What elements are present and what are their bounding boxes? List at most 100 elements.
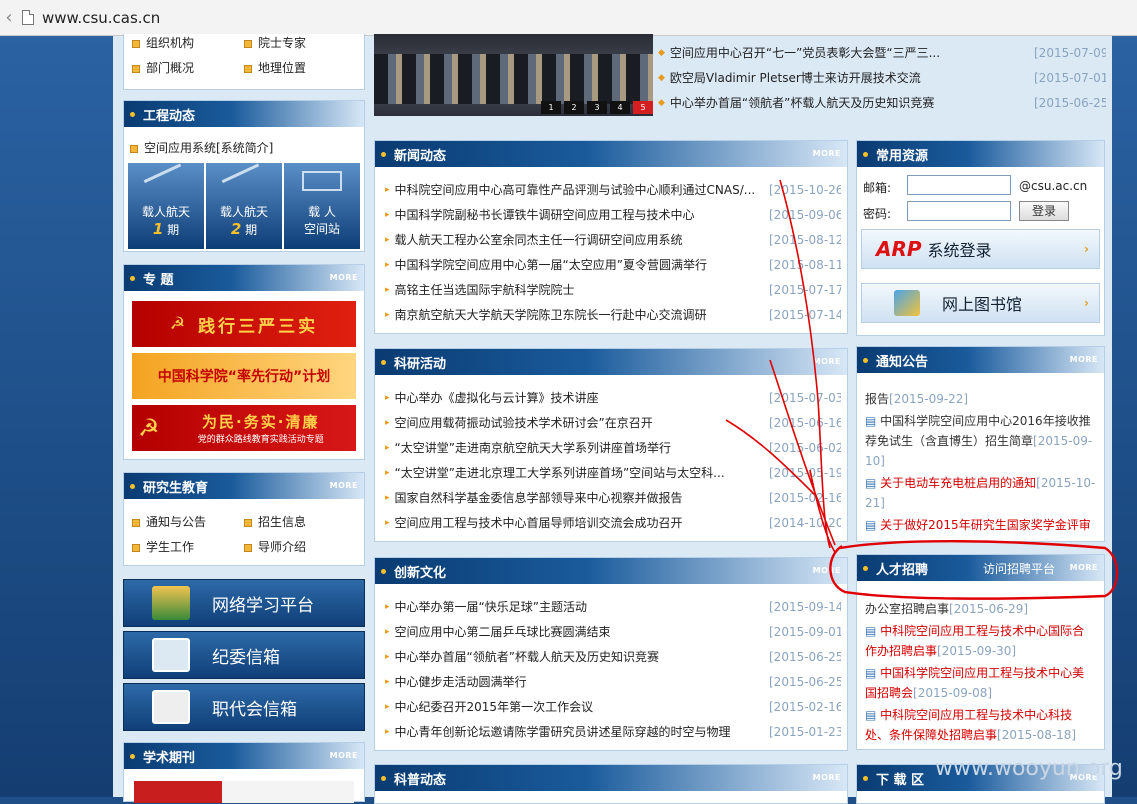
- list-item[interactable]: ▸ 中心举办首届“领航者”杯载人航天及历史知识竞赛 [2015-06-25]: [385, 644, 841, 669]
- list-item[interactable]: ▸ 南京航空航天大学航天学院陈卫东院长一行赴中心交流调研 [2015-07-14]: [385, 302, 841, 327]
- password-field[interactable]: [907, 201, 1011, 221]
- list-item[interactable]: ▸ 中心举办《虚拟化与云计算》技术讲座 [2015-07-03]: [385, 385, 841, 410]
- page-icon: [22, 10, 34, 25]
- list-item[interactable]: ▤ 关于做好2015年研究生国家奖学金评审: [865, 515, 1096, 535]
- address-bar[interactable]: www.csu.cas.cn: [22, 4, 160, 32]
- staff-mailbox-button[interactable]: 职代会信箱: [123, 683, 365, 731]
- list-item[interactable]: ▤ 中国科学院空间应用工程与技术中心美国招聘会[2015-09-08]: [865, 663, 1096, 703]
- journal-cover[interactable]: [134, 781, 354, 803]
- banner-mass-line[interactable]: ☭ 为民·务实·清廉 党的群众路线教育实践活动专题: [132, 405, 356, 451]
- list-item[interactable]: ▸ 中国科学院空间应用中心第一届“太空应用”夏令营圆满举行 [2015-08-11]: [385, 252, 841, 277]
- special-header: 专 题 MORE: [124, 265, 364, 291]
- link-grad-notice[interactable]: 通知与公告: [132, 513, 206, 530]
- list-item[interactable]: ▤ 关于电动车充电桩启用的通知[2015-10-21]: [865, 473, 1096, 513]
- login-button[interactable]: 登录: [1019, 201, 1069, 221]
- list-item[interactable]: ▸ 高铭主任当选国际宇航科学院院士 [2015-07-17]: [385, 277, 841, 302]
- more-link[interactable]: MORE: [813, 566, 841, 575]
- link-academicians[interactable]: 院士专家: [244, 34, 306, 51]
- chevron-right-icon: ›: [1084, 242, 1089, 256]
- more-link[interactable]: MORE: [813, 149, 841, 158]
- more-link[interactable]: MORE: [330, 481, 358, 490]
- recruit-platform-link[interactable]: 访问招聘平台: [983, 560, 1055, 577]
- list-item[interactable]: ▸ 中心纪委召开2015年第一次工作会议 [2015-02-16]: [385, 694, 841, 719]
- list-item[interactable]: ▤ 中科院空间应用工程与技术中心科技处、条件保障处招聘启事[2015-08-18…: [865, 705, 1096, 745]
- tile-manned-2[interactable]: 载人航天 2 期: [206, 163, 282, 249]
- email-suffix: @csu.ac.cn: [1019, 179, 1088, 193]
- list-item[interactable]: ◆ 空间应用中心召开“七一”党员表彰大会暨“三严三... [2015-07-09]: [658, 40, 1106, 65]
- more-link[interactable]: MORE: [330, 273, 358, 282]
- list-item[interactable]: ◆ 中心举办首届“领航者”杯载人航天及历史知识竞赛 [2015-06-25]: [658, 90, 1106, 115]
- slide-page-5[interactable]: 5: [633, 101, 653, 114]
- link-location[interactable]: 地理位置: [244, 59, 306, 76]
- password-label: 密码:: [863, 207, 892, 221]
- list-item[interactable]: ◆ 欧空局Vladimir Pletser博士来访开展技术交流 [2015-07-0…: [658, 65, 1106, 90]
- spacecraft-icon: [143, 163, 189, 199]
- research-header: 科研活动 MORE: [375, 349, 847, 375]
- list-item[interactable]: ▸ 中心健步走活动圆满举行 [2015-06-25]: [385, 669, 841, 694]
- banner-three-strict[interactable]: ☭ 践行三严三实: [132, 301, 356, 347]
- arp-logo: ARP: [876, 237, 922, 261]
- chevron-right-icon: ›: [1084, 296, 1089, 310]
- engineering-panel: 工程动态 空间应用系统[系统简介] 载人航天 1 期 载人航天 2 期 载 人 …: [123, 100, 365, 252]
- online-library-button[interactable]: 网上图书馆 ›: [861, 283, 1100, 323]
- list-item[interactable]: ▤ 中科院空间应用工程与技术中心国际合作办招聘启事[2015-09-30]: [865, 621, 1096, 661]
- tile-space-station[interactable]: 载 人 空间站: [284, 163, 360, 249]
- research-section: 科研活动 MORE ▸ 中心举办《虚拟化与云计算》技术讲座 [2015-07-03] …: [374, 348, 848, 542]
- more-link[interactable]: MORE: [1070, 355, 1098, 364]
- list-item[interactable]: ▸ 空间应用载荷振动试验技术学术研讨会”在京召开 [2015-06-16]: [385, 410, 841, 435]
- culture-section: 创新文化 MORE ▸ 中心举办第一届“快乐足球”主题活动 [2015-09-14] …: [374, 557, 848, 751]
- link-admission[interactable]: 招生信息: [244, 513, 306, 530]
- more-link[interactable]: MORE: [1070, 563, 1098, 572]
- link-org[interactable]: 组织机构: [132, 34, 194, 51]
- space-station-icon: [302, 171, 342, 191]
- list-item[interactable]: ▸ 中国科学院副秘书长谭铁牛调研空间应用工程与技术中心 [2015-09-06]: [385, 202, 841, 227]
- slide-page-1[interactable]: 1: [541, 101, 561, 114]
- more-link[interactable]: MORE: [813, 357, 841, 366]
- slide-page-4[interactable]: 4: [610, 101, 630, 114]
- envelope-icon: [152, 690, 190, 724]
- email-field[interactable]: [907, 175, 1011, 195]
- news-section: 新闻动态 MORE ▸ 中科院空间应用中心高可靠性产品评测与试验中心顺利通过CNAS…: [374, 140, 848, 334]
- top-news-list: ◆ 空间应用中心召开“七一”党员表彰大会暨“三严三... [2015-07-09] …: [658, 40, 1106, 115]
- link-student-work[interactable]: 学生工作: [132, 538, 194, 555]
- page-body: 组织机构 院士专家 部门概况 地理位置 工程动态 空间应用系统[系统简介] 载人…: [113, 34, 1112, 804]
- watermark: www.wooyun.org: [935, 756, 1123, 781]
- list-item[interactable]: 报告[2015-09-22]: [865, 389, 1096, 409]
- envelope-icon: [152, 638, 190, 672]
- system-intro-link[interactable]: 空间应用系统[系统简介]: [130, 139, 273, 156]
- slide-page-3[interactable]: 3: [587, 101, 607, 114]
- photo-slider[interactable]: 1 2 3 4 5: [374, 34, 653, 116]
- banner-first-action[interactable]: 中国科学院“率先行动”计划: [132, 353, 356, 399]
- list-item[interactable]: ▸ “太空讲堂”走进南京航空航天大学系列讲座首场举行 [2015-06-02]: [385, 435, 841, 460]
- document-icon: ▤: [865, 476, 881, 490]
- talent-panel: 人才招聘 访问招聘平台 MORE 办公室招聘启事[2015-06-29] ▤ 中…: [856, 554, 1105, 750]
- more-link[interactable]: MORE: [330, 751, 358, 760]
- list-item[interactable]: ▸ 中心举办第一届“快乐足球”主题活动 [2015-09-14]: [385, 594, 841, 619]
- list-item[interactable]: ▸ “太空讲堂”走进北京理工大学系列讲座首场”空间站与太空科... [2015-05…: [385, 460, 841, 485]
- link-departments[interactable]: 部门概况: [132, 59, 194, 76]
- document-icon: ▤: [865, 414, 881, 428]
- document-icon: ▤: [865, 518, 881, 532]
- email-label: 邮箱:: [863, 181, 892, 195]
- document-icon: ▤: [865, 666, 881, 680]
- list-item[interactable]: ▸ 国家自然科学基金委信息学部领导来中心视察并做报告 [2015-02-16]: [385, 485, 841, 510]
- e-learning-button[interactable]: 网络学习平台: [123, 579, 365, 627]
- list-item[interactable]: ▸ 载人航天工程办公室余同杰主任一行调研空间应用系统 [2015-08-12]: [385, 227, 841, 252]
- engineering-header: 工程动态: [124, 101, 364, 127]
- list-item[interactable]: ▸ 空间应用中心第二届乒乓球比赛圆满结束 [2015-09-01]: [385, 619, 841, 644]
- list-item[interactable]: 办公室招聘启事[2015-06-29]: [865, 599, 1096, 619]
- journal-header: 学术期刊 MORE: [124, 743, 364, 769]
- discipline-mailbox-button[interactable]: 纪委信箱: [123, 631, 365, 679]
- journal-panel: 学术期刊 MORE: [123, 742, 365, 803]
- url-text[interactable]: www.csu.cas.cn: [42, 9, 160, 27]
- arp-login-button[interactable]: ARP 系统登录 ›: [861, 229, 1100, 269]
- link-advisors[interactable]: 导师介绍: [244, 538, 306, 555]
- list-item[interactable]: ▤ 中国科学院空间应用中心2016年接收推荐免试生（含直博生）招生简章[2015…: [865, 411, 1096, 471]
- list-item[interactable]: ▸ 空间应用工程与技术中心首届导师培训交流会成功召开 [2014-10-20]: [385, 510, 841, 535]
- reload-icon[interactable]: ‹: [0, 0, 18, 36]
- slide-page-2[interactable]: 2: [564, 101, 584, 114]
- tile-manned-1[interactable]: 载人航天 1 期: [128, 163, 204, 249]
- list-item[interactable]: ▸ 中科院空间应用中心高可靠性产品评测与试验中心顺利通过CNAS/... [2015…: [385, 177, 841, 202]
- list-item[interactable]: ▸ 中心青年创新论坛邀请陈学雷研究员讲述星际穿越的时空与物理 [2015-01-23…: [385, 719, 841, 744]
- more-link[interactable]: MORE: [813, 773, 841, 782]
